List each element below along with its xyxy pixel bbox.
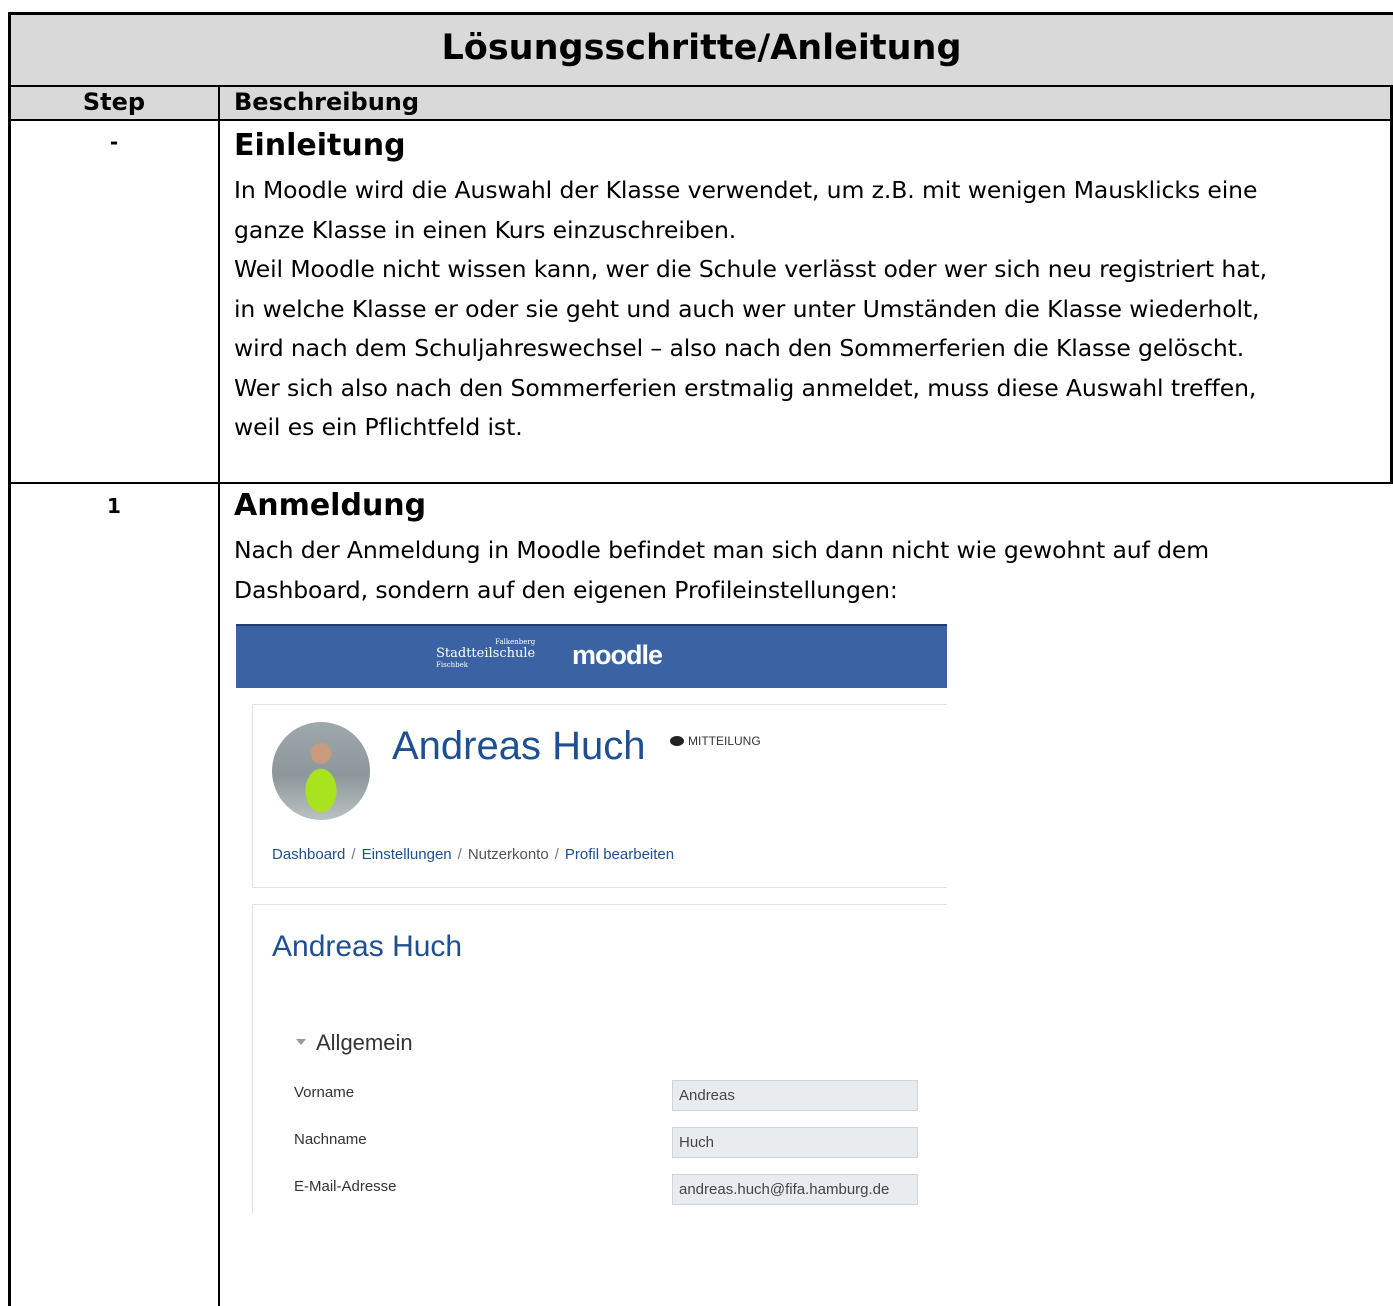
text-line: Dashboard, sondern auf den eigenen Profi… bbox=[234, 575, 898, 604]
field-label-email: E-Mail-Adresse bbox=[294, 1178, 397, 1195]
breadcrumb: Dashboard / Einstellungen / Nutzerkonto / Prof… bbox=[272, 846, 675, 863]
speech-bubble-icon bbox=[670, 736, 684, 746]
field-label-vorname: Vorname bbox=[294, 1084, 355, 1101]
step-number: 1 bbox=[107, 494, 121, 518]
text-line: ganze Klasse in einen Kurs einzuschreibe… bbox=[234, 215, 737, 244]
breadcrumb-item-nutzerkonto: Nutzerkonto bbox=[467, 846, 549, 863]
avatar bbox=[272, 722, 370, 820]
step-number: - bbox=[109, 130, 119, 154]
text-line: In Moodle wird die Auswahl der Klasse ve… bbox=[234, 176, 1258, 204]
form-heading: Andreas Huch bbox=[272, 930, 463, 963]
text-line: weil es ein Pflichtfeld ist. bbox=[234, 413, 523, 441]
text-line: Wer sich also nach den Sommerferien erst… bbox=[234, 373, 1257, 402]
moodle-screenshot: Falkenberg Stadtteilschule Fischbek mood… bbox=[236, 624, 947, 1214]
divider-step-column bbox=[218, 86, 220, 1306]
row-heading: Anmeldung bbox=[234, 488, 427, 523]
field-label-nachname: Nachname bbox=[294, 1131, 367, 1148]
text-line: Weil Moodle nicht wissen kann, wer die S… bbox=[234, 255, 1267, 283]
profile-name: Andreas Huch bbox=[392, 724, 646, 768]
breadcrumb-link-profil-bearbeiten[interactable]: Profil bearbeiten bbox=[565, 846, 674, 863]
row-description: In Moodle wird die Auswahl der Klasse ve… bbox=[234, 171, 1389, 448]
text-line: wird nach dem Schuljahreswechsel – also … bbox=[234, 334, 1245, 362]
message-button[interactable]: MITTEILUNG bbox=[670, 734, 761, 748]
instruction-table: Lösungsschritte/Anleitung Step Beschreib… bbox=[0, 0, 1393, 1306]
border-left bbox=[8, 12, 11, 1306]
text-line: Nach der Anmeldung in Moodle befindet ma… bbox=[234, 536, 1210, 564]
vorname-field[interactable]: Andreas bbox=[672, 1080, 918, 1111]
moodle-navbar: Falkenberg Stadtteilschule Fischbek mood… bbox=[236, 624, 947, 688]
school-logo: Falkenberg Stadtteilschule Fischbek bbox=[436, 638, 536, 669]
breadcrumb-link-einstellungen[interactable]: Einstellungen bbox=[362, 846, 452, 863]
moodle-logo[interactable]: moodle bbox=[572, 640, 663, 671]
caret-down-icon bbox=[296, 1039, 306, 1045]
text-line: in welche Klasse er oder sie geht und au… bbox=[234, 294, 1260, 323]
page-title: Lösungsschritte/Anleitung bbox=[441, 28, 962, 68]
row-heading: Einleitung bbox=[234, 128, 406, 163]
column-header-step: Step bbox=[82, 88, 146, 116]
email-field[interactable]: andreas.huch@fifa.hamburg.de bbox=[672, 1174, 918, 1205]
breadcrumb-link-dashboard[interactable]: Dashboard bbox=[272, 846, 345, 863]
column-header-description: Beschreibung bbox=[234, 88, 420, 116]
border-top bbox=[8, 12, 1393, 15]
row-description: Nach der Anmeldung in Moodle befindet ma… bbox=[234, 531, 1389, 610]
section-toggle-allgemein[interactable]: Allgemein bbox=[296, 1030, 413, 1056]
nachname-field[interactable]: Huch bbox=[672, 1127, 918, 1158]
